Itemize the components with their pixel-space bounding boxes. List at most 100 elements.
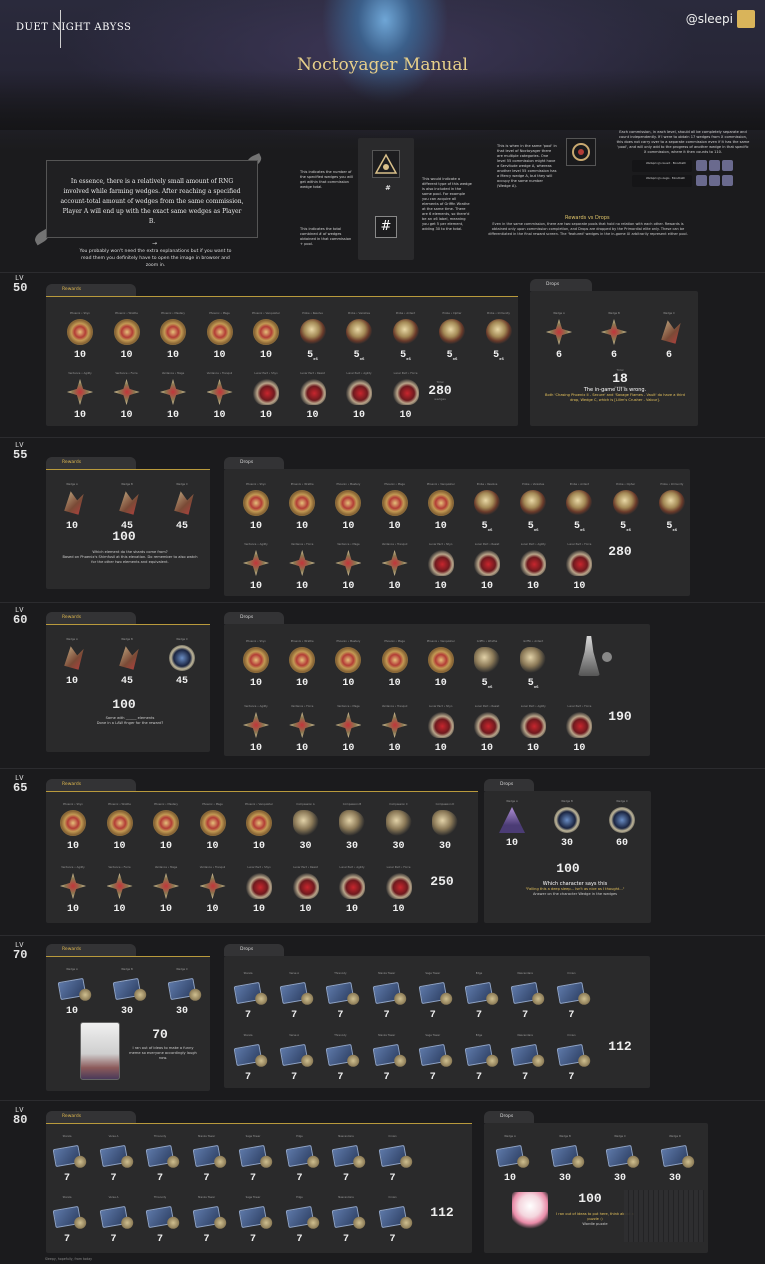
wedge-label: Nascendara	[338, 1196, 354, 1199]
wedge-item: Probe • Cipher 5x6	[606, 483, 646, 539]
card-wedge-icon	[279, 981, 309, 1005]
coin-wedge-icon	[381, 490, 408, 516]
wedge-label: Edge	[475, 1034, 483, 1037]
wedge-item: Verdance • Force 10	[100, 866, 140, 922]
wedge-count: 10	[60, 350, 100, 361]
wedge-pool-multiplier: x6	[499, 358, 504, 362]
spike-wedge-icon	[199, 873, 226, 899]
wedge-count: 7	[233, 1234, 273, 1245]
wedge-count-value: 10	[159, 841, 172, 852]
drops-tab[interactable]: Drops	[484, 779, 534, 791]
wedge-total: 112	[600, 1040, 640, 1053]
wedge-item: Verdance • Tranquil 10	[375, 543, 415, 599]
wedge-label: Wedge A	[66, 638, 78, 641]
wedge-item: Verdance • Force 10	[282, 543, 322, 599]
wedge-item: Wedge B 30	[545, 1135, 585, 1191]
wedge-count-value: 7	[568, 1010, 575, 1021]
wedge-item: Crown 7	[373, 1196, 413, 1252]
wedge-label: Edge	[475, 972, 483, 975]
wedge-count: 10	[328, 743, 368, 754]
total-value: 250	[430, 874, 454, 889]
drops-tab[interactable]: Drops	[224, 612, 284, 624]
wedge-label: Nascendara	[517, 1034, 533, 1037]
blood-wedge-icon	[474, 550, 500, 576]
commission-reward-icons	[696, 160, 736, 188]
intro-note: You probably won't need the extra explan…	[79, 249, 232, 268]
wedge-count-value: 10	[206, 841, 219, 852]
wedge-count-value: 10	[73, 350, 86, 361]
wedge-item: Stanza 7	[47, 1135, 87, 1191]
card-wedge-icon	[660, 1144, 690, 1168]
blood-wedge-icon	[292, 873, 319, 899]
spiral-wedge-icon	[566, 138, 596, 166]
wedge-label: Wedge C	[614, 1135, 626, 1138]
spike-wedge-icon	[106, 873, 133, 899]
drops-tab[interactable]: Drops	[224, 944, 284, 956]
wedge-label: Lunar Pact • Resist	[293, 866, 318, 869]
rewards-tab-underline	[46, 1123, 472, 1124]
wedge-label: Probe • Ardent	[395, 312, 416, 315]
card-wedge-icon	[418, 981, 448, 1005]
wedge-label: Lunar Pact • Shyn	[429, 543, 453, 546]
wedge-item: Sage Tower 7	[413, 972, 453, 1028]
wedge-label: Lunar Pact • Shyn	[429, 705, 453, 708]
wedge-count: 10	[286, 904, 326, 915]
wedge-count: 7	[280, 1234, 320, 1245]
card-wedge-icon	[99, 1205, 128, 1229]
wedge-count-value: 7	[249, 1234, 256, 1245]
spike-wedge-icon	[335, 712, 362, 738]
hook-wedge-icon	[432, 810, 458, 836]
wedge-item: Verdance • Agility 10	[53, 866, 93, 922]
wedge-label: Verdance • Tranquil	[381, 705, 408, 708]
wedge-count-value: 30	[438, 841, 451, 852]
wedge-label: Probe • Ardent	[569, 483, 589, 486]
card-wedge-icon	[192, 1205, 221, 1229]
wedge-item: Crown 7	[551, 972, 591, 1028]
rewards-tab-underline	[46, 296, 518, 297]
snake-wedge-icon	[439, 319, 465, 345]
drops-tab[interactable]: Drops	[224, 457, 284, 469]
wedge-count-value: 30	[299, 841, 312, 852]
author-handle: @sleepi	[685, 12, 733, 26]
wedge-item: Verdance • Force 10	[282, 705, 322, 761]
wedge-label: Wedge C	[176, 483, 188, 486]
coin-wedge-icon	[381, 647, 408, 673]
rewards-tab[interactable]: Rewards	[46, 779, 136, 791]
wedge-count-value: 10	[296, 743, 309, 754]
wedge-total: 280	[600, 545, 640, 558]
blood-wedge-icon	[520, 712, 547, 738]
wedge-count: 10	[200, 350, 240, 361]
wedge-count-value: 10	[249, 678, 262, 689]
spike-wedge-icon	[160, 379, 186, 405]
wedge-count-value: 10	[299, 904, 312, 915]
rewards-tab[interactable]: Rewards	[46, 612, 136, 624]
wedge-count: 7	[367, 1072, 407, 1083]
drops-tab[interactable]: Drops	[530, 279, 592, 291]
rewards-tab[interactable]: Rewards	[46, 284, 136, 296]
wedge-count: 30	[545, 1173, 585, 1184]
wedge-count: 7	[320, 1010, 360, 1021]
drops-caption: The in-game UI is wrong. Both 'Chasing Ph…	[545, 388, 685, 403]
sword-icon	[602, 652, 612, 662]
drops-caption-text: Answer on the character Wedge in the wed…	[532, 892, 618, 896]
wedge-item: Probe • Vanishes 5x6	[513, 483, 553, 539]
wedge-count-value: 7	[63, 1234, 70, 1245]
intro-text: In essence, there is a relatively small …	[60, 178, 244, 225]
wedge-count-value: 7	[522, 1010, 529, 1021]
wedge-label: Probe • Immunity	[487, 312, 510, 315]
drops-tab[interactable]: Drops	[484, 1111, 534, 1123]
wedge-label: Verdance • Tranquil	[381, 543, 408, 546]
rewards-tab[interactable]: Rewards	[46, 457, 136, 469]
rewards-tab[interactable]: Rewards	[46, 1111, 136, 1123]
wedge-count-value: 10	[505, 838, 518, 849]
wedge-item: Lunar Pact • Shyn 10	[421, 705, 461, 761]
wedge-label: Threnody	[153, 1135, 167, 1138]
rewards-tab[interactable]: Rewards	[46, 944, 136, 956]
wedge-label: Stanza	[243, 1034, 253, 1037]
wedge-item: Phoenix • Vanquisher 10	[421, 483, 461, 539]
wedge-item: Wedge A 10	[52, 638, 92, 694]
prism-wedge-icon	[499, 807, 525, 833]
hook-wedge-icon	[292, 810, 319, 836]
wedge-label: Wedge B	[559, 1135, 571, 1138]
wedge-label: Compassion A	[296, 803, 315, 806]
